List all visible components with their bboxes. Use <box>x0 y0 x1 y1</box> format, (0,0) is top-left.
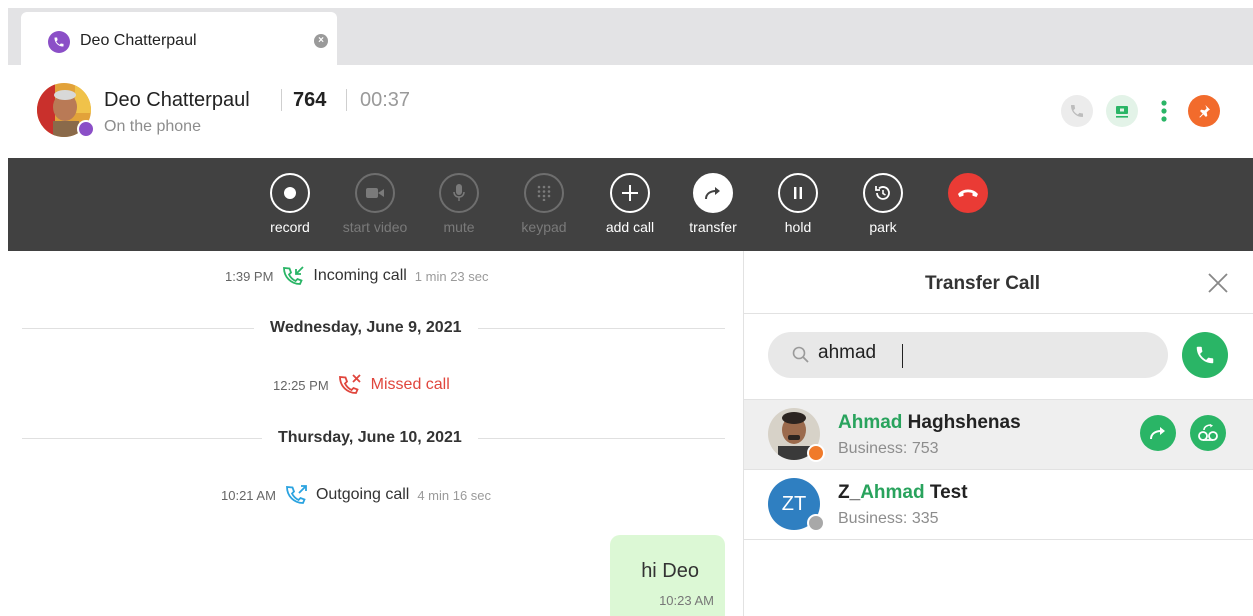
video-camera-icon <box>355 173 395 213</box>
mute-button[interactable]: mute <box>417 173 501 235</box>
contact-name: Deo Chatterpaul <box>104 89 250 111</box>
pin-icon <box>1199 105 1210 118</box>
pin-button[interactable] <box>1188 95 1220 127</box>
call-header: Deo Chatterpaul 764 00:37 On the phone <box>8 65 1253 158</box>
add-call-button[interactable]: add call <box>588 173 672 235</box>
divider <box>744 539 1253 540</box>
match-text: Ahmad <box>838 412 903 433</box>
log-label: Incoming call <box>313 267 407 284</box>
tab-bar: Deo Chatterpaul × <box>8 8 1253 65</box>
dial-button[interactable] <box>1182 332 1228 378</box>
record-icon <box>270 173 310 213</box>
tab-call[interactable]: Deo Chatterpaul × <box>21 12 337 65</box>
park-label: park <box>869 219 897 235</box>
call-log-incoming[interactable]: 1:39 PM Incoming call 1 min 23 sec <box>225 265 489 287</box>
search-icon <box>792 346 809 363</box>
call-log-missed[interactable]: 12:25 PM Missed call <box>273 374 450 396</box>
close-icon[interactable] <box>1206 271 1230 295</box>
result-name: Ahmad Haghshenas <box>838 412 1021 434</box>
park-button[interactable]: park <box>841 173 925 235</box>
message-bubble[interactable]: hi Deo 10:23 AM <box>610 535 725 616</box>
conversation-log: 1:39 PM Incoming call 1 min 23 sec Wedne… <box>8 251 743 616</box>
start-video-button[interactable]: start video <box>333 173 417 235</box>
microphone-icon <box>439 173 479 213</box>
start-video-label: start video <box>342 219 408 235</box>
contact-result[interactable]: ZT Z_Ahmad Test Business: 335 <box>744 470 1253 540</box>
log-time: 1:39 PM <box>225 268 274 284</box>
date-separator: Wednesday, June 9, 2021 <box>254 319 478 337</box>
result-extension: Business: 753 <box>838 440 939 457</box>
add-call-label: add call <box>605 219 655 235</box>
pause-icon <box>778 173 818 213</box>
log-label: Outgoing call <box>315 486 410 503</box>
call-log-outgoing[interactable]: 10:21 AM Outgoing call 4 min 16 sec <box>221 484 491 506</box>
name-prefix: Z_ <box>838 482 861 503</box>
keypad-label: keypad <box>521 219 567 235</box>
voicemail-transfer-icon <box>1198 424 1218 441</box>
keypad-button[interactable]: keypad <box>502 173 586 235</box>
transfer-panel: Transfer Call Ahmad Haghshenas Business:… <box>743 251 1253 616</box>
name-rest: Haghshenas <box>902 412 1021 433</box>
hold-label: hold <box>784 219 812 235</box>
park-clock-icon <box>863 173 903 213</box>
phone-icon <box>1196 346 1214 364</box>
match-text: Ahmad <box>860 482 925 503</box>
contact-extension: 764 <box>293 89 327 111</box>
status-badge <box>807 444 825 462</box>
phone-icon <box>48 31 70 53</box>
contact-status: On the phone <box>104 118 201 135</box>
result-name: Z_Ahmad Test <box>838 482 968 504</box>
divider <box>744 313 1253 314</box>
call-toolbar: record start video mute keypad add call … <box>8 158 1253 251</box>
incoming-call-icon <box>283 266 305 285</box>
separator <box>281 89 282 111</box>
search-input[interactable] <box>818 342 1138 364</box>
log-duration: 4 min 16 sec <box>417 487 492 503</box>
kebab-menu-icon <box>1161 100 1167 122</box>
outgoing-call-icon <box>286 485 307 504</box>
hang-up-icon <box>948 173 988 213</box>
screen-share-icon <box>1116 106 1128 118</box>
plus-icon <box>610 173 650 213</box>
result-extension: Business: 335 <box>838 510 939 527</box>
screen-share-button[interactable] <box>1106 95 1138 127</box>
log-label: Missed call <box>370 376 450 393</box>
contact-result[interactable]: Ahmad Haghshenas Business: 753 <box>744 400 1253 470</box>
search-field[interactable] <box>768 332 1168 378</box>
hang-up-button[interactable] <box>926 173 1010 213</box>
transfer-arrow-icon <box>1150 427 1165 440</box>
message-time: 10:23 AM <box>659 593 714 608</box>
panel-title: Transfer Call <box>924 273 1041 294</box>
transfer-label: transfer <box>689 219 737 235</box>
phone-icon <box>1071 105 1083 117</box>
record-button[interactable]: record <box>248 173 332 235</box>
log-duration: 1 min 23 sec <box>414 268 489 284</box>
call-timer: 00:37 <box>360 89 411 111</box>
record-label: record <box>270 219 310 235</box>
close-tab-icon[interactable]: × <box>314 34 328 48</box>
mute-label: mute <box>443 219 475 235</box>
message-text: hi Deo <box>641 560 699 582</box>
status-badge <box>77 120 95 138</box>
hold-button[interactable]: hold <box>756 173 840 235</box>
missed-call-icon <box>338 374 361 394</box>
separator <box>346 89 347 111</box>
avatar-initials: ZT <box>781 492 807 515</box>
date-separator: Thursday, June 10, 2021 <box>262 429 478 447</box>
text-caret <box>902 344 903 368</box>
log-time: 12:25 PM <box>273 377 329 393</box>
log-time: 10:21 AM <box>221 487 276 503</box>
tab-title: Deo Chatterpaul <box>80 32 197 49</box>
keypad-icon <box>524 173 564 213</box>
status-badge <box>807 514 825 532</box>
more-options-button[interactable] <box>1148 95 1180 127</box>
blind-transfer-button[interactable] <box>1140 415 1176 451</box>
call-button[interactable] <box>1061 95 1093 127</box>
transfer-arrow-icon <box>693 173 733 213</box>
name-rest: Test <box>924 482 968 503</box>
voicemail-transfer-button[interactable] <box>1190 415 1226 451</box>
transfer-button[interactable]: transfer <box>671 173 755 235</box>
